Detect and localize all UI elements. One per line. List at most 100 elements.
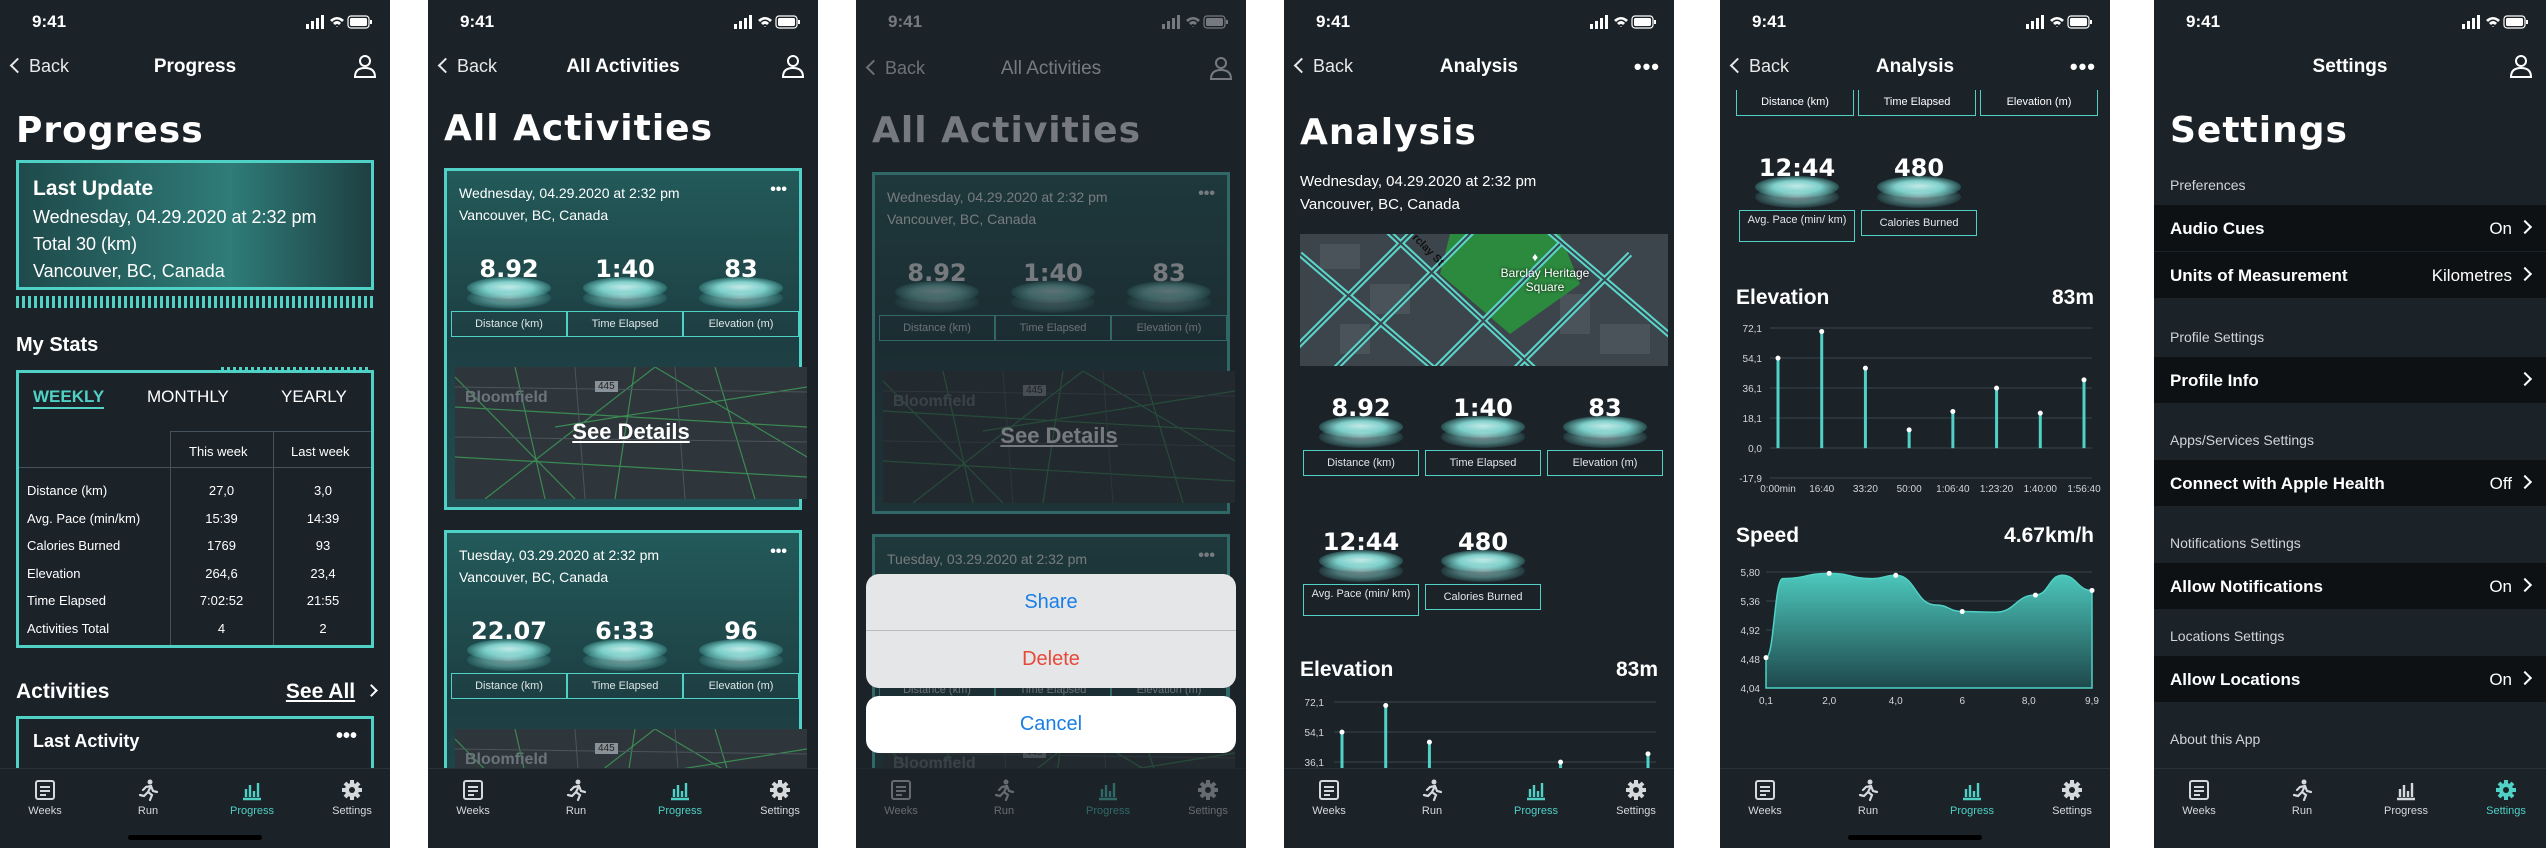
tab-weeks[interactable]: Weeks	[2169, 779, 2229, 817]
tab-settings[interactable]: Settings	[750, 779, 810, 817]
tab-bar: Weeks Run Progress Settings	[1284, 768, 1674, 848]
stat-pill: 1:40 Time Elapsed	[995, 255, 1111, 345]
see-details-link[interactable]: See Details	[883, 423, 1235, 449]
see-all-link[interactable]: See All	[285, 680, 378, 704]
y-tick-label: 54,1	[1743, 354, 1763, 365]
profile-icon[interactable]	[2508, 53, 2534, 79]
more-icon[interactable]: •••	[1198, 185, 1215, 203]
stat-last-week: 21:55	[306, 593, 340, 608]
stat-value: 1:40	[1023, 259, 1083, 287]
tab-progress[interactable]: Progress	[222, 779, 282, 817]
row-audio-cues[interactable]: Audio Cues On	[2154, 205, 2546, 251]
more-icon[interactable]: •••	[770, 181, 787, 199]
tab-run[interactable]: Run	[1402, 779, 1462, 817]
row-profile-info[interactable]: Profile Info	[2154, 357, 2546, 403]
activity-map[interactable]: Bloomfield 445 See Details	[883, 371, 1235, 503]
tab-progress-label: Progress	[1085, 805, 1131, 817]
stat-label: Distance (km)	[27, 483, 108, 498]
profile-icon[interactable]	[352, 53, 378, 79]
nav-title: All Activities	[566, 56, 680, 77]
tab-yearly[interactable]: YEARLY	[281, 387, 347, 407]
page-title: Analysis	[1300, 112, 1477, 153]
status-time: 9:41	[2186, 12, 2221, 31]
pill-glow	[1441, 560, 1525, 582]
pill-glow	[1563, 426, 1647, 448]
run-icon	[565, 779, 587, 801]
tab-run[interactable]: Run	[546, 779, 606, 817]
x-tick-label: 8,0	[2022, 696, 2036, 707]
row-label: Profile Info	[2170, 371, 2259, 390]
section-apps: Apps/Services Settings	[2170, 432, 2314, 448]
stat-label: Time Elapsed	[27, 593, 106, 608]
status-bar: 9:41	[856, 10, 1246, 34]
tab-progress[interactable]: Progress	[2376, 779, 2436, 817]
stat-label: Time Elapsed	[995, 315, 1111, 341]
more-icon[interactable]: •••	[770, 543, 787, 561]
tab-progress-label: Progress	[2383, 805, 2429, 817]
tab-monthly[interactable]: MONTHLY	[147, 387, 229, 407]
row-units[interactable]: Units of Measurement Kilometres	[2154, 252, 2546, 298]
tab-weeks[interactable]: Weeks	[1735, 779, 1795, 817]
share-button[interactable]: Share	[866, 574, 1236, 631]
more-icon[interactable]: •••	[336, 725, 357, 748]
tab-settings[interactable]: Settings	[1606, 779, 1666, 817]
tab-progress[interactable]: Progress	[1506, 779, 1566, 817]
y-tick-label: 4,04	[1741, 684, 1761, 695]
stat-label: Elevation	[27, 565, 81, 581]
last-update-card[interactable]: Last Update Wednesday, 04.29.2020 at 2:3…	[16, 160, 374, 290]
nav-title: Analysis	[1439, 56, 1519, 77]
tab-weeks[interactable]: Weeks	[443, 779, 503, 817]
stat-label: Activities Total	[27, 620, 110, 636]
last-activity-card[interactable]: Last Activity •••	[16, 716, 374, 776]
chevron-right-icon	[2517, 670, 2533, 686]
stat-this-week: 7:02:52	[199, 593, 244, 608]
see-all-label: See All	[285, 680, 356, 703]
profile-icon[interactable]	[780, 53, 806, 79]
stat-value: 8.92	[907, 259, 967, 287]
pill-glow	[1877, 186, 1961, 208]
stat-label: Time Elapsed	[567, 311, 683, 337]
tab-settings[interactable]: Settings	[2042, 779, 2102, 817]
stat-label: Elevation (m)	[683, 311, 799, 337]
tab-weekly[interactable]: WEEKLY	[33, 387, 105, 409]
weeks-icon	[2188, 779, 2210, 801]
status-bar: 9:41	[1720, 10, 2110, 34]
tab-settings[interactable]: Settings	[322, 779, 382, 817]
weeks-icon	[890, 779, 912, 801]
see-details-link[interactable]: See Details	[455, 419, 807, 445]
tab-run-label: Run	[565, 805, 587, 817]
cancel-button[interactable]: Cancel	[866, 696, 1236, 753]
tab-weeks[interactable]: Weeks	[15, 779, 75, 817]
card-location: Vancouver, BC, Canada	[887, 211, 1037, 227]
activity-card[interactable]: Wednesday, 04.29.2020 at 2:32 pm Vancouve…	[872, 172, 1235, 514]
route-map[interactable]: rclay St ♦ Barclay Heritage Square	[1300, 234, 1668, 366]
activity-card[interactable]: Wednesday, 04.29.2020 at 2:32 pm Vancouve…	[444, 168, 807, 510]
nav-bar: Settings	[2154, 50, 2546, 86]
more-icon[interactable]: •••	[1198, 547, 1215, 565]
row-apple-health[interactable]: Connect with Apple Health Off	[2154, 460, 2546, 506]
chevron-right-icon	[2517, 474, 2533, 490]
row-notifications[interactable]: Allow Notifications On	[2154, 563, 2546, 609]
stat-value: 1:40	[1453, 394, 1513, 422]
row-locations[interactable]: Allow Locations On	[2154, 656, 2546, 702]
tab-progress[interactable]: Progress	[650, 779, 710, 817]
stat-pill: 1:40 Time Elapsed	[567, 251, 683, 341]
tab-weeks[interactable]: Weeks	[1299, 779, 1359, 817]
stat-value: 12:44	[1322, 528, 1400, 556]
activity-map[interactable]: Bloomfield 445 See Details	[455, 367, 807, 499]
stat-pill: 22.07 Distance (km)	[451, 613, 567, 703]
tab-run[interactable]: Run	[1838, 779, 1898, 817]
x-tick-label: 1:40:00	[2024, 484, 2058, 495]
tab-run[interactable]: Run	[2272, 779, 2332, 817]
more-icon[interactable]: •••	[2070, 54, 2096, 80]
tab-progress[interactable]: Progress	[1942, 779, 2002, 817]
stat-pill: 480 Calories Burned	[1858, 150, 1980, 240]
delete-button[interactable]: Delete	[866, 631, 1236, 688]
elevation-value: 83m	[1615, 658, 1658, 681]
tab-run[interactable]: Run	[118, 779, 178, 817]
speed-point	[1893, 572, 1899, 578]
map-road-label: 445	[1023, 385, 1046, 396]
more-icon[interactable]: •••	[1634, 54, 1660, 80]
tab-settings[interactable]: Settings	[2476, 779, 2536, 817]
tab-run: Run	[974, 779, 1034, 817]
